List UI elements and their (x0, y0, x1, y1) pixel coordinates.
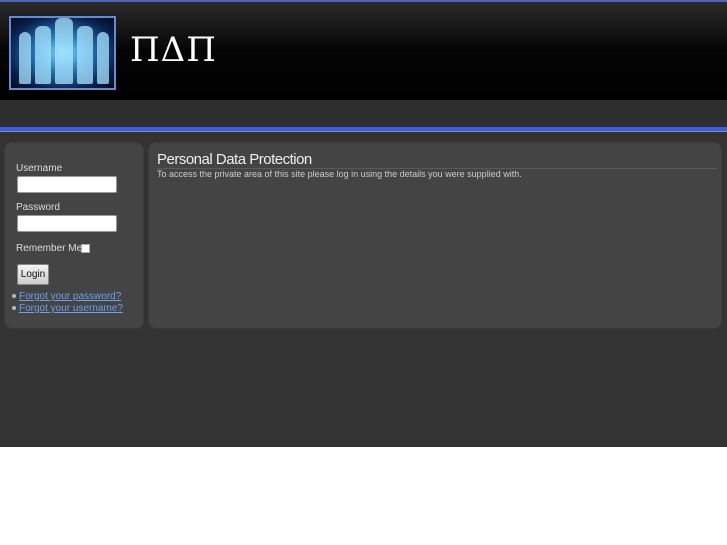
username-label: Username (16, 163, 63, 174)
nav-band (0, 100, 727, 127)
accent-line (0, 127, 727, 132)
login-panel: Username Password Remember Me Login Forg… (4, 142, 144, 329)
site: ΠΔΠ Username Password Remember Me Login … (0, 0, 727, 447)
forgot-password-link[interactable]: Forgot your password? (12, 291, 121, 302)
header: ΠΔΠ (0, 2, 727, 100)
remember-me-label: Remember Me (16, 243, 83, 254)
login-button[interactable]: Login (17, 264, 49, 285)
page-description: To access the private area of this site … (157, 169, 522, 179)
content-panel: Personal Data Protection To access the p… (148, 142, 722, 329)
site-title: ΠΔΠ (130, 30, 217, 70)
username-input[interactable] (17, 176, 117, 193)
password-input[interactable] (17, 215, 117, 232)
remember-me-checkbox[interactable] (81, 244, 90, 253)
logo-image (9, 16, 116, 90)
forgot-username-link[interactable]: Forgot your username? (12, 303, 123, 314)
page-title: Personal Data Protection (157, 151, 312, 168)
password-label: Password (16, 202, 60, 213)
